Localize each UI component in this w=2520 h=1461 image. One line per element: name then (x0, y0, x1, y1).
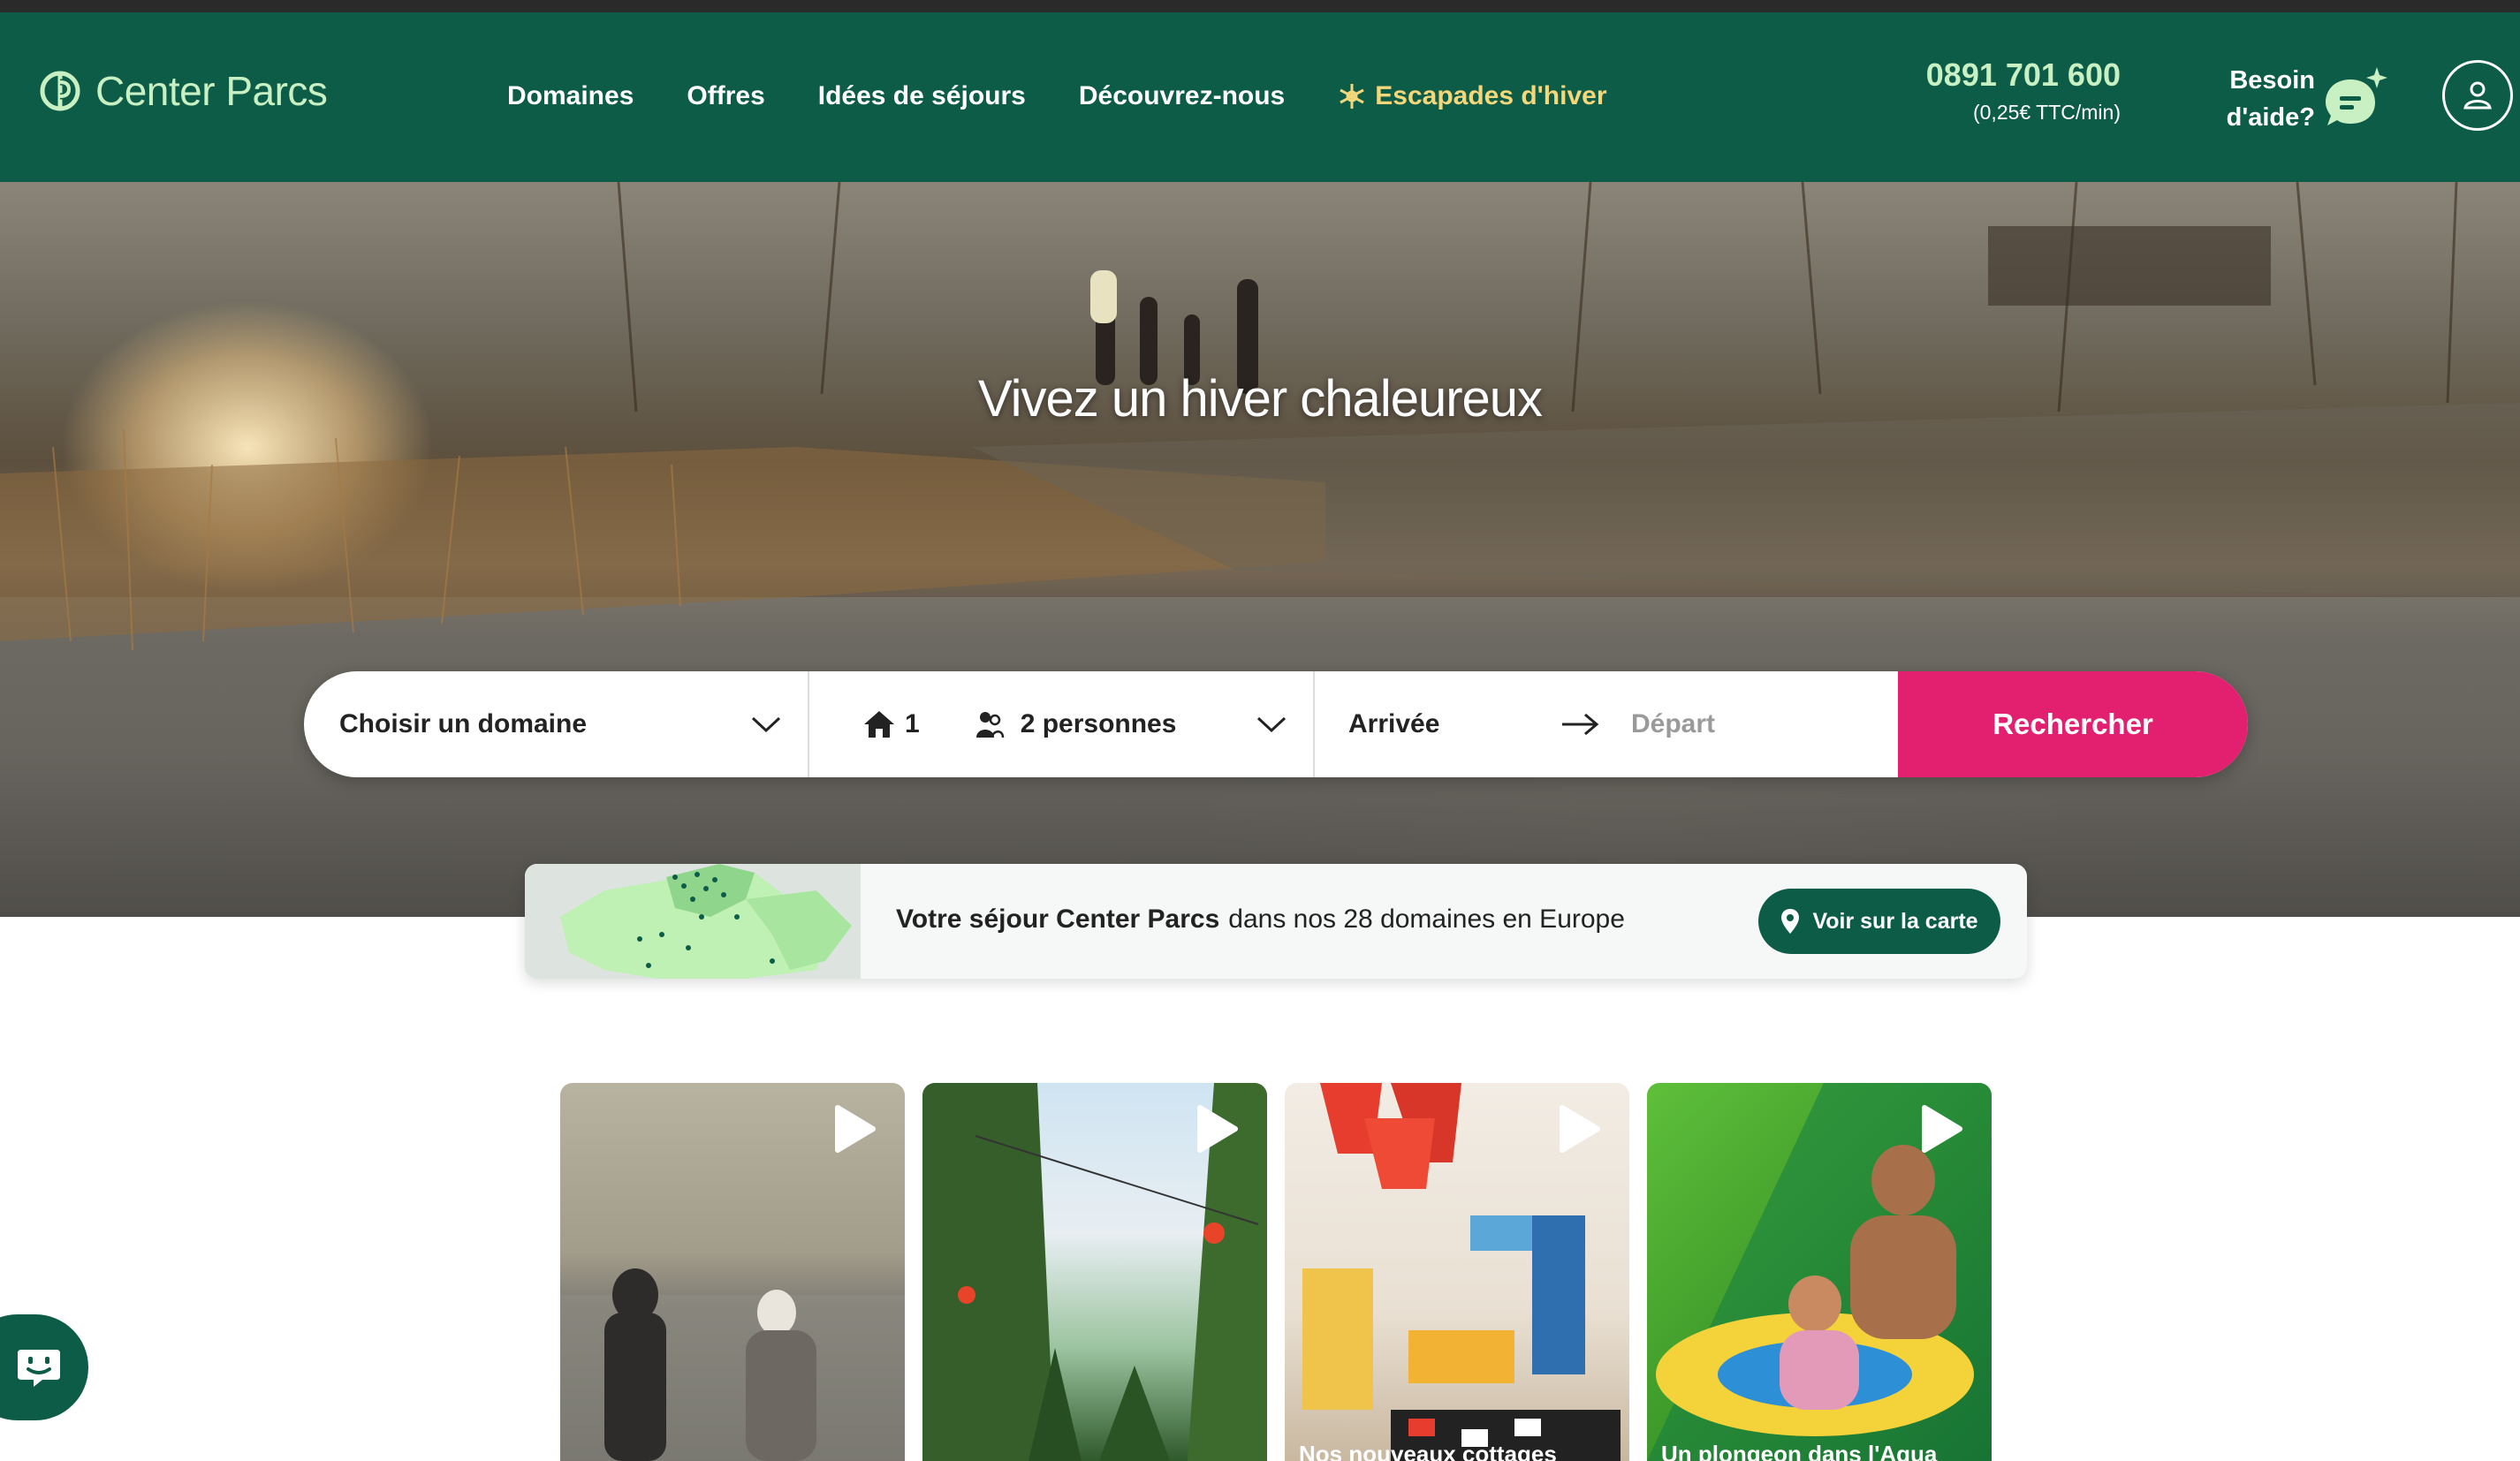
site-header: Center Parcs Domaines Offres Idées de sé… (0, 12, 2520, 182)
view-on-map-label: Voir sur la carte (1812, 908, 1978, 934)
play-icon[interactable] (1921, 1104, 1963, 1154)
video-card[interactable] (560, 1083, 905, 1461)
help-line-1: Besoin (2229, 66, 2315, 95)
domain-select-label: Choisir un domaine (339, 709, 588, 738)
arrow-right-icon (1562, 713, 1599, 736)
account-button[interactable] (2442, 60, 2513, 131)
video-card[interactable] (922, 1083, 1267, 1461)
logo-text: Center Parcs (95, 68, 328, 114)
play-icon[interactable] (1559, 1104, 1601, 1154)
hero-background-image (0, 182, 2520, 917)
help-line-2: d'aide? (2226, 103, 2315, 132)
chat-bubble-icon[interactable] (2319, 67, 2389, 138)
departure-field[interactable]: Départ (1631, 709, 1715, 739)
nav-offres[interactable]: Offres (687, 81, 764, 111)
video-stories-row: Nos nouveaux cottages Un plongeon dans l… (560, 1083, 1992, 1461)
europe-map-thumbnail[interactable] (525, 864, 861, 979)
logo-icon (40, 71, 80, 111)
house-icon (864, 711, 894, 738)
center-parcs-logo[interactable]: Center Parcs (37, 67, 328, 115)
video-card[interactable]: Un plongeon dans l'Aqua (1647, 1083, 1992, 1461)
video-caption: Un plongeon dans l'Aqua (1661, 1441, 1938, 1461)
hero-title: Vivez un hiver chaleureux (977, 370, 1543, 428)
map-banner-rest: dans nos 28 domaines en Europe (1228, 905, 1625, 934)
arrival-field[interactable]: Arrivée (1348, 709, 1560, 739)
phone-number: 0891 701 600 (1925, 57, 2121, 93)
people-icon (975, 712, 1004, 738)
houses-count: 1 (905, 709, 920, 738)
domain-select[interactable]: Choisir un domaine (304, 671, 809, 777)
guests-select[interactable]: 1 2 personnes (809, 671, 1315, 777)
nav-escapades-label: Escapades d'hiver (1375, 81, 1607, 110)
chevron-down-icon (1256, 716, 1287, 733)
map-banner-bold: Votre séjour Center Parcs (896, 905, 1220, 934)
chevron-down-icon (751, 716, 781, 733)
map-banner-text: Votre séjour Center Parcs dans nos 28 dom… (896, 905, 1625, 935)
map-pin-icon (1781, 909, 1800, 934)
phone-rate: (0,25€ TTC/min) (1972, 101, 2121, 124)
play-icon[interactable] (1196, 1104, 1239, 1154)
view-on-map-button[interactable]: Voir sur la carte (1758, 889, 2000, 954)
nav-escapades-hiver[interactable]: Escapades d'hiver (1338, 81, 1607, 111)
nav-domaines[interactable]: Domaines (507, 81, 634, 111)
video-card[interactable]: Nos nouveaux cottages (1285, 1083, 1629, 1461)
booking-search-bar: Choisir un domaine 1 2 personnes Arrivée (304, 671, 2248, 777)
people-label: 2 personnes (1020, 709, 1177, 738)
snowflake-icon (1340, 84, 1364, 109)
search-button[interactable]: Rechercher (1898, 671, 2248, 777)
chatbot-launcher-button[interactable] (0, 1314, 88, 1420)
phone-contact[interactable]: 0891 701 600 (0,25€ TTC/min) (1909, 57, 2121, 125)
play-icon[interactable] (834, 1104, 877, 1154)
browser-top-strip (0, 0, 2520, 12)
help-text[interactable]: Besoin d'aide? (2191, 62, 2315, 136)
dates-picker[interactable]: Arrivée Départ (1315, 671, 1898, 777)
hero-banner: Vivez un hiver chaleureux Choisir un dom… (0, 182, 2520, 917)
main-nav: Domaines Offres Idées de séjours Découvr… (507, 81, 1607, 111)
nav-idees-de-sejours[interactable]: Idées de séjours (818, 81, 1026, 111)
chatbot-face-icon (18, 1350, 60, 1387)
domains-map-banner: Votre séjour Center Parcs dans nos 28 dom… (525, 864, 2027, 979)
user-icon (2463, 81, 2492, 110)
nav-decouvrez-nous[interactable]: Découvrez-nous (1079, 81, 1285, 111)
video-caption: Nos nouveaux cottages (1299, 1441, 1557, 1461)
